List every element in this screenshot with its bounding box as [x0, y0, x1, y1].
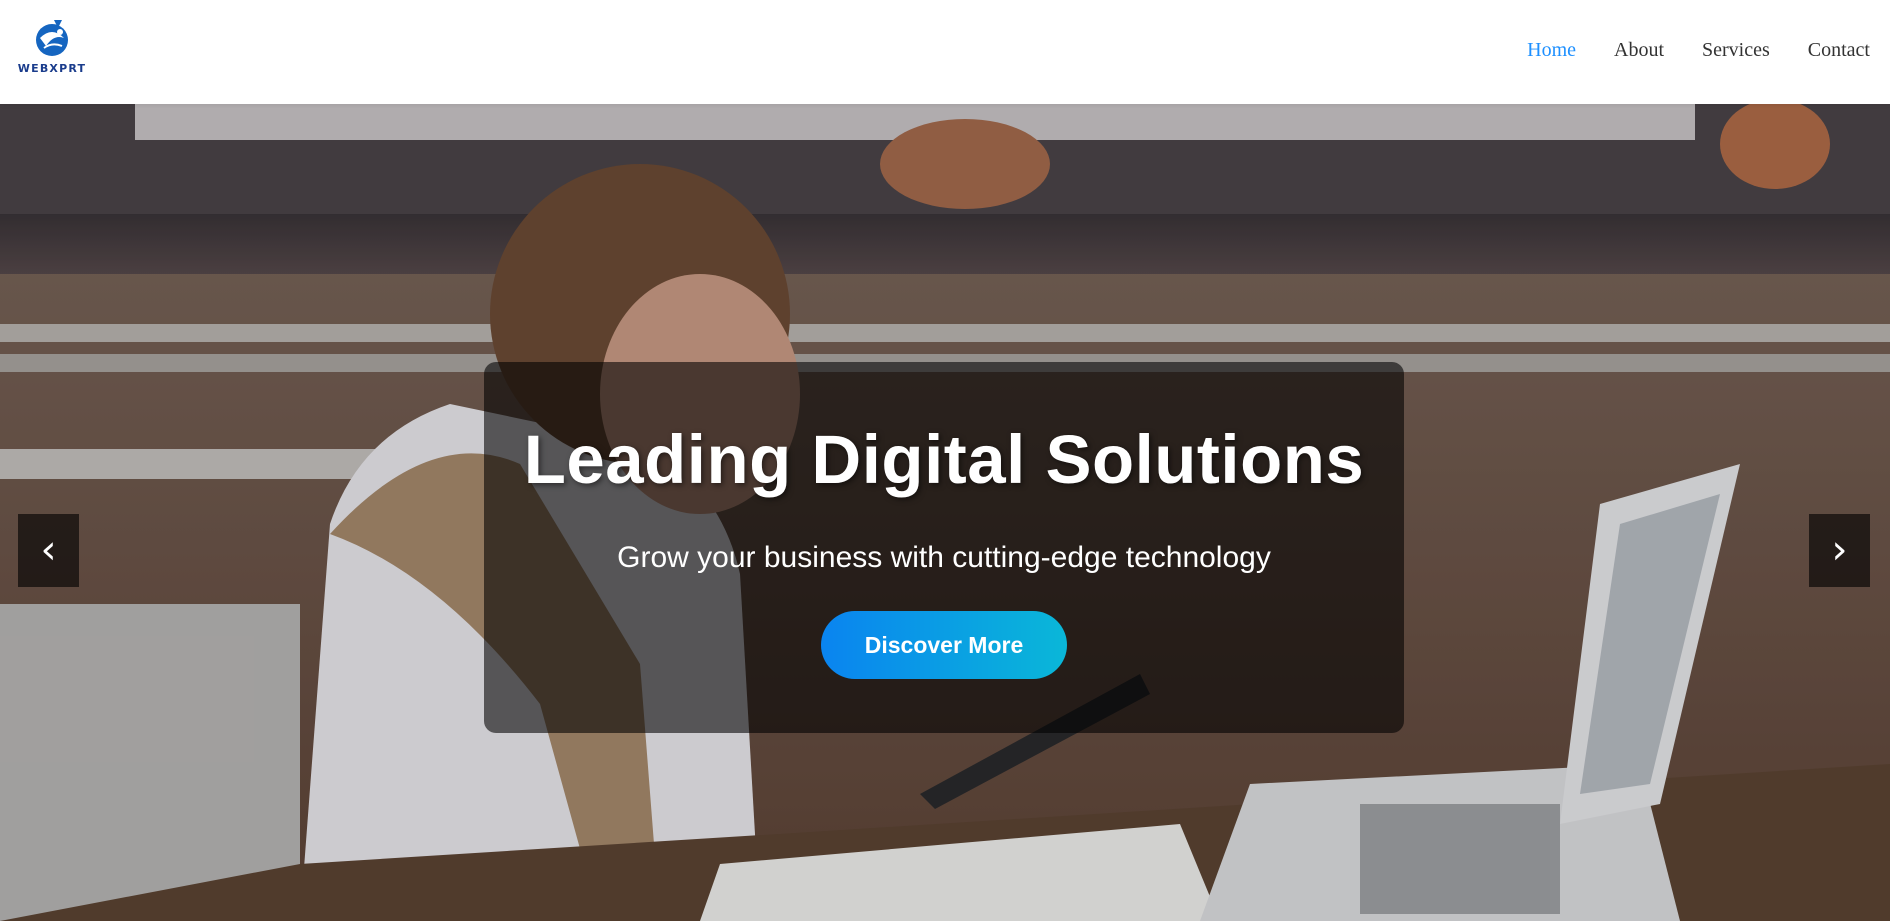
site-header: WEBXPRT Home About Services Contact — [0, 0, 1890, 104]
carousel-prev-button[interactable]: ‹ — [18, 514, 79, 587]
brand-logo[interactable]: WEBXPRT — [18, 16, 86, 80]
main-nav: Home About Services Contact — [1527, 0, 1890, 100]
hero-title: Leading Digital Solutions — [523, 421, 1365, 498]
carousel-next-button[interactable]: › — [1809, 514, 1870, 587]
discover-more-button[interactable]: Discover More — [821, 611, 1067, 679]
globe-fish-icon — [36, 20, 68, 56]
nav-services[interactable]: Services — [1702, 39, 1770, 62]
hero-carousel: Leading Digital Solutions Grow your busi… — [0, 104, 1890, 921]
hero-subtitle: Grow your business with cutting-edge tec… — [617, 541, 1271, 574]
nav-about[interactable]: About — [1614, 39, 1664, 62]
chevron-left-icon: ‹ — [40, 527, 57, 573]
chevron-right-icon: › — [1831, 527, 1848, 573]
nav-home[interactable]: Home — [1527, 39, 1576, 62]
brand-name: WEBXPRT — [17, 62, 87, 75]
hero-caption: Leading Digital Solutions Grow your busi… — [484, 362, 1404, 733]
nav-contact[interactable]: Contact — [1808, 39, 1870, 62]
